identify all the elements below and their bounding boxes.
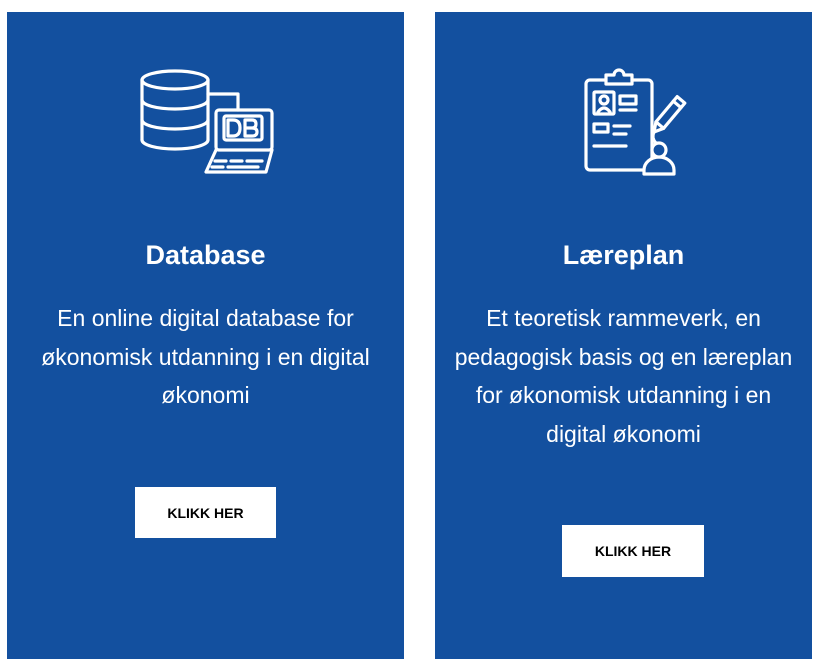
description-line: En online digital database for [57,305,354,331]
description-line: digital økonomi [546,420,701,447]
description-line: Et teoretisk rammeverk, en [486,305,761,331]
description-line: økonomi [161,382,250,408]
laptop [204,108,274,174]
laereplan-card: Læreplan Et teoretisk rammeverk, en peda… [435,12,812,659]
database-title: Database [145,240,266,270]
laereplan-klikk-her-button[interactable]: KLIKK HER [562,525,704,577]
clipboard [584,68,654,172]
person [642,141,676,176]
database-description: En online digital database for økonomisk… [7,299,404,415]
laereplan-description: Et teoretisk rammeverk, en pedagogisk ba… [435,299,812,453]
database-laptop-icon [140,69,274,174]
connector-line [206,92,240,112]
database-card: Database En online digital database for … [7,12,404,659]
database-cylinder [140,69,210,151]
description-line: økonomisk utdanning i en digital [41,343,370,370]
pencil-trace [651,130,658,145]
database-klikk-her-button[interactable]: KLIKK HER [135,487,276,538]
curriculum-clipboard-icon [584,68,687,176]
description-line: pedagogisk basis og en læreplan [454,343,793,370]
description-line: for økonomisk utdanning i en [475,382,772,408]
pencil [652,95,687,134]
laereplan-title: Læreplan [562,240,685,270]
